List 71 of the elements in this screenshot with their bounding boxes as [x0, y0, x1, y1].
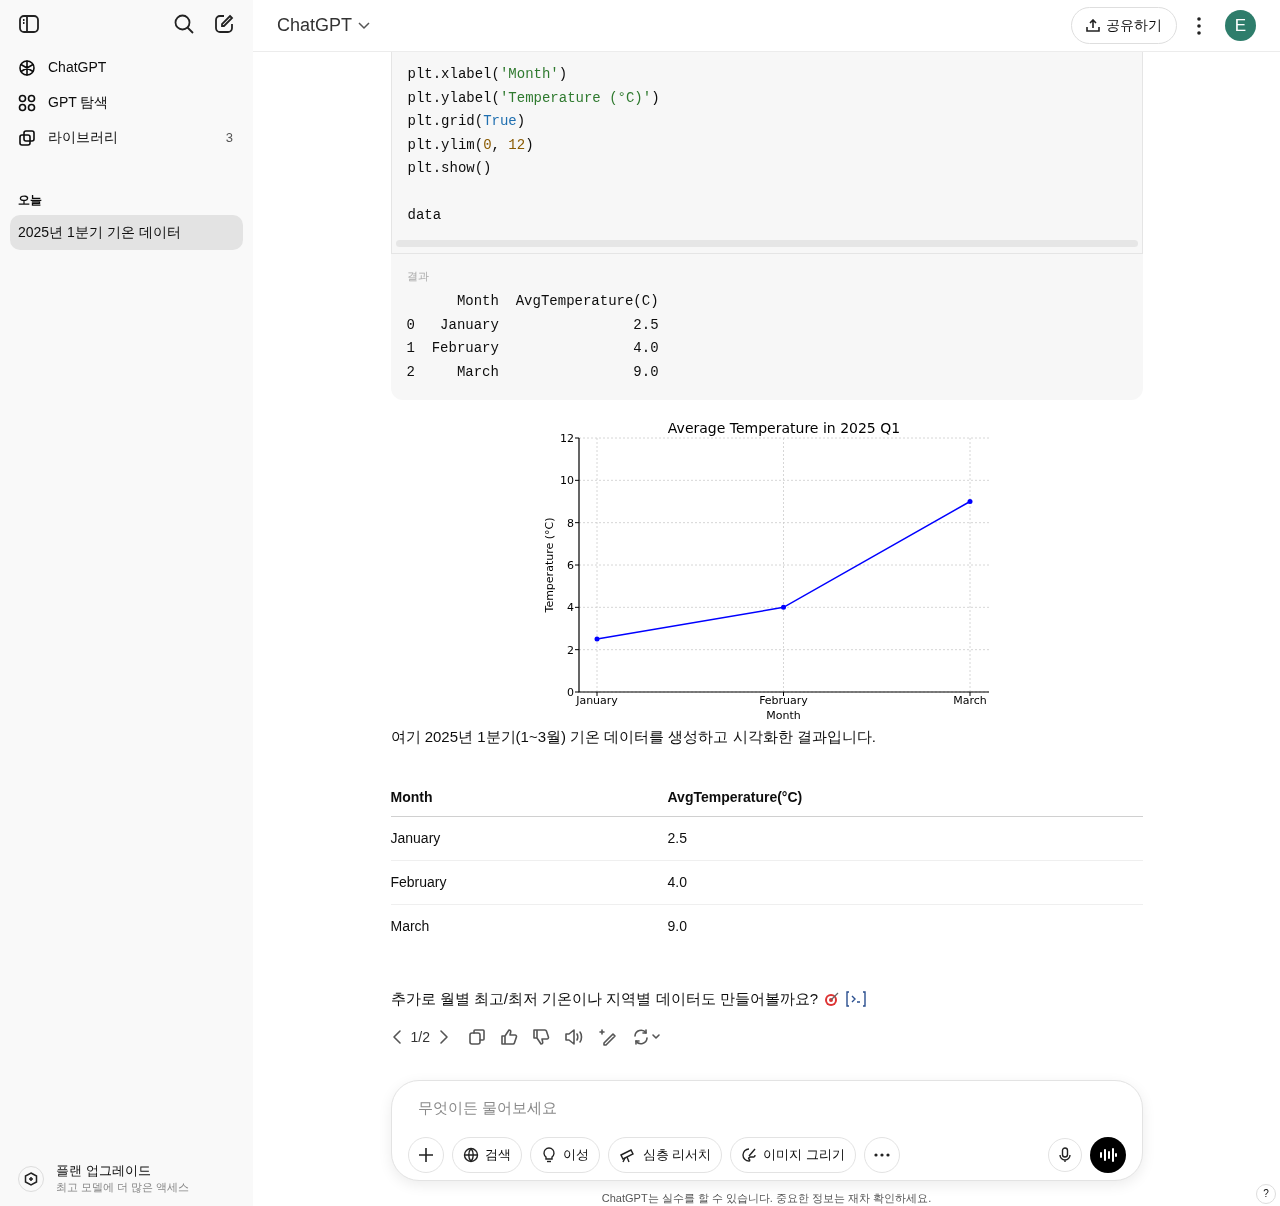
sidebar-item[interactable]: 라이브러리 3	[10, 120, 243, 155]
tick-label: 12	[559, 432, 574, 445]
upload-icon	[1086, 18, 1100, 33]
caret-icon	[358, 21, 371, 30]
edit-sparkle-icon[interactable]	[597, 1028, 618, 1046]
sidebar-toggle-icon[interactable]	[18, 12, 40, 35]
copy-icon[interactable]	[467, 1028, 486, 1046]
tick-label: 8	[566, 516, 574, 530]
logo-icon	[18, 58, 36, 77]
axis-title: Month	[765, 709, 801, 722]
model-selector[interactable]: ChatGPT	[277, 12, 371, 39]
grid-icon	[18, 93, 36, 112]
lightbulb-icon	[540, 1146, 557, 1163]
waveform-icon	[1098, 1146, 1117, 1163]
tick-label: 0	[566, 686, 574, 699]
column-header: Month	[390, 778, 668, 816]
chat-item[interactable]: 2025년 1분기 기온 데이터	[10, 215, 243, 250]
output-label: 결과	[406, 268, 430, 284]
tick-label: 6	[566, 559, 574, 572]
thumbs-up-icon[interactable]	[499, 1028, 518, 1046]
pager-text: 1/2	[410, 1027, 430, 1047]
table-cell: 4.0	[667, 860, 1143, 904]
upgrade-subtitle: 최고 모델에 더 많은 액세스	[56, 1180, 190, 1195]
search-icon[interactable]	[173, 12, 195, 35]
section-label: 오늘	[17, 192, 43, 209]
code-text: plt.xlabel('Month') plt.ylabel('Temperature (°C)') plt.grid(True) plt.ylim(0, 12) plt.show() data	[406, 65, 661, 225]
data-point	[594, 636, 599, 642]
tick-label: February	[758, 694, 808, 707]
regenerate-icon[interactable]	[631, 1028, 662, 1046]
telescope-icon	[618, 1146, 637, 1163]
thumbs-down-icon[interactable]	[531, 1028, 550, 1046]
tick-label: 10	[559, 474, 574, 488]
brush-icon	[741, 1146, 758, 1163]
previous-icon[interactable]	[390, 1029, 403, 1045]
message-text: 추가로 월별 최고/최저 기온이나 지역별 데이터도 만들어볼까요?	[390, 989, 818, 1009]
table-cell: February	[390, 860, 668, 904]
message-text: 여기 2025년 1분기(1~3월) 기온 데이터를 생성하고 시각화한 결과입니다.	[390, 727, 877, 747]
upgrade-title[interactable]: 플랜 업그레이드	[56, 1162, 190, 1179]
data-point	[780, 604, 786, 610]
microphone-icon	[1058, 1146, 1071, 1163]
table-cell: 2.5	[667, 816, 1143, 860]
plus-icon	[417, 1146, 434, 1163]
prompt-field[interactable]: 무엇이든 물어보세요	[407, 1094, 1126, 1121]
sidebar-item[interactable]: ChatGPT	[10, 50, 243, 85]
help-button[interactable]: ?	[1256, 1183, 1276, 1204]
table-cell: 9.0	[667, 904, 1143, 948]
tick-label: 4	[566, 601, 574, 615]
library-icon	[18, 128, 36, 147]
globe-icon	[462, 1146, 479, 1163]
target-icon	[824, 991, 840, 1008]
column-header: AvgTemperature(°C)	[667, 778, 1143, 816]
disclaimer-text: ChatGPT는 실수를 할 수 있습니다. 중요한 정보는 재차 확인하세요.	[601, 1190, 932, 1206]
voice-mode-button[interactable]	[1089, 1136, 1126, 1173]
table-cell: March	[390, 904, 668, 948]
tick-label: 2	[566, 643, 574, 657]
new-chat-icon[interactable]	[213, 12, 235, 35]
more-options-icon[interactable]	[1197, 16, 1201, 35]
more-icon	[873, 1152, 890, 1157]
speaker-icon[interactable]	[563, 1028, 584, 1046]
data-point	[967, 499, 972, 504]
tick-label: March	[952, 694, 987, 707]
count-label: 3	[225, 128, 234, 147]
output-text: Month AvgTemperature(C) 0 January 2.5 1 February 4.0 2 March 9.0	[406, 292, 660, 382]
user-avatar[interactable]: E	[1225, 10, 1256, 41]
axis-title: Temperature (°C)	[542, 517, 556, 613]
sidebar-item[interactable]: GPT 탐색	[10, 85, 243, 120]
code-icon[interactable]	[846, 991, 866, 1008]
table-cell: January	[390, 816, 668, 860]
next-icon[interactable]	[437, 1029, 450, 1045]
chart-title: Average Temperature in 2025 Q1	[667, 420, 900, 436]
tick-label: January	[575, 694, 618, 707]
